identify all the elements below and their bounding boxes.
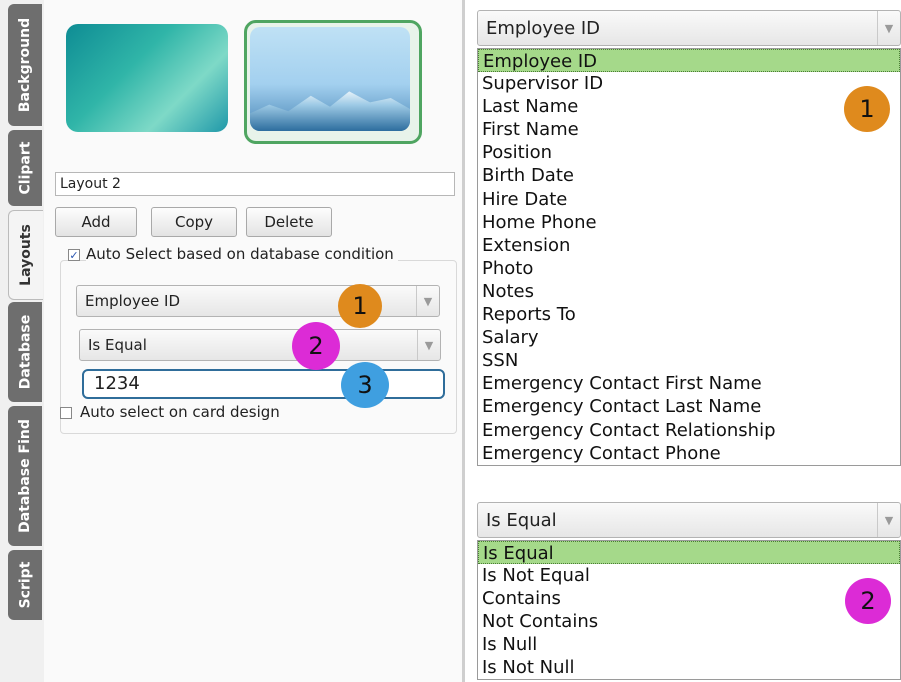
layout-thumbnail-1[interactable] <box>66 24 228 132</box>
dropdown-option[interactable]: Emergency Contact Relationship <box>478 419 900 442</box>
tab-background[interactable]: Background <box>8 4 42 126</box>
operator-dropdown-value: Is Equal <box>486 509 557 531</box>
tab-label: Background <box>17 17 34 113</box>
callout-badge-1-right: 1 <box>844 86 890 132</box>
dropdown-option[interactable]: Not Contains <box>478 610 900 633</box>
tab-layouts[interactable]: Layouts <box>8 210 43 300</box>
vertical-tab-strip: Background Clipart Layouts Database Data… <box>0 0 44 682</box>
dropdown-option[interactable]: Supervisor ID <box>478 72 900 95</box>
panel-divider <box>462 0 465 682</box>
value-input[interactable]: 1234 <box>82 369 445 399</box>
operator-combo-value: Is Equal <box>88 336 147 354</box>
auto-select-card-label: Auto select on card design <box>80 403 280 421</box>
dropdown-option[interactable]: Home Phone <box>478 211 900 234</box>
dropdown-option[interactable]: Emergency Contact Last Name <box>478 395 900 418</box>
auto-select-label: Auto Select based on database condition <box>86 245 398 263</box>
chevron-down-icon: ▼ <box>416 286 439 316</box>
dropdown-option[interactable]: Last Name <box>478 95 900 118</box>
auto-select-checkbox[interactable]: ✓ <box>68 249 80 262</box>
dropdown-option[interactable]: Birth Date <box>478 164 900 187</box>
dropdown-option[interactable]: Is Not Equal <box>478 564 900 587</box>
dropdown-option[interactable]: Contains <box>478 587 900 610</box>
dropdown-option[interactable]: Emergency Contact Phone <box>478 442 900 465</box>
tab-label: Script <box>17 561 33 609</box>
tab-label: Database Find <box>17 419 34 533</box>
callout-badge-2-right: 2 <box>845 578 891 624</box>
dropdown-option[interactable]: Photo <box>478 257 900 280</box>
field-dropdown-list: Employee ID Supervisor ID Last Name First N… <box>477 48 901 466</box>
dropdown-option[interactable]: Hire Date <box>478 188 900 211</box>
tab-database[interactable]: Database <box>8 302 42 402</box>
layout-name-input[interactable]: Layout 2 <box>55 172 455 196</box>
dropdown-option[interactable]: First Name <box>478 118 900 141</box>
dropdown-option[interactable]: Is Not Null <box>478 656 900 679</box>
tab-label: Database <box>17 314 34 390</box>
dropdown-option[interactable]: Position <box>478 141 900 164</box>
dropdown-option[interactable]: Is Equal <box>478 541 900 565</box>
callout-badge-2: 2 <box>292 322 340 370</box>
dropdown-option[interactable]: Employee ID <box>478 49 900 73</box>
copy-button[interactable]: Copy <box>151 207 237 237</box>
operator-combo[interactable]: Is Equal ▼ <box>79 329 441 361</box>
dropdown-option[interactable]: SSN <box>478 349 900 372</box>
chevron-down-icon: ▼ <box>877 11 900 45</box>
operator-dropdown-header[interactable]: Is Equal ▼ <box>477 502 901 538</box>
chevron-down-icon: ▼ <box>417 330 440 360</box>
callout-badge-3: 3 <box>341 362 389 408</box>
dropdown-option[interactable]: Emergency Contact First Name <box>478 372 900 395</box>
tab-label: Clipart <box>17 141 33 195</box>
field-dropdown-value: Employee ID <box>486 17 601 39</box>
dropdown-option[interactable]: Notes <box>478 280 900 303</box>
field-combo[interactable]: Employee ID ▼ <box>76 285 440 317</box>
callout-badge-1: 1 <box>338 284 382 328</box>
chevron-down-icon: ▼ <box>877 503 900 537</box>
tab-label: Layouts <box>18 224 34 286</box>
add-button[interactable]: Add <box>55 207 137 237</box>
tab-script[interactable]: Script <box>8 550 42 620</box>
field-dropdown-header[interactable]: Employee ID ▼ <box>477 10 901 46</box>
operator-dropdown-list: Is Equal Is Not Equal Contains Not Contains… <box>477 540 901 680</box>
layout-thumbnail-2-image <box>250 27 410 131</box>
delete-button[interactable]: Delete <box>246 207 332 237</box>
dropdown-option[interactable]: Reports To <box>478 303 900 326</box>
dropdown-option[interactable]: Salary <box>478 326 900 349</box>
auto-select-card-checkbox[interactable] <box>60 407 72 419</box>
tab-database-find[interactable]: Database Find <box>8 406 42 546</box>
tab-clipart[interactable]: Clipart <box>8 130 42 206</box>
dropdown-option[interactable]: Is Null <box>478 633 900 656</box>
dropdown-option[interactable]: Extension <box>478 234 900 257</box>
